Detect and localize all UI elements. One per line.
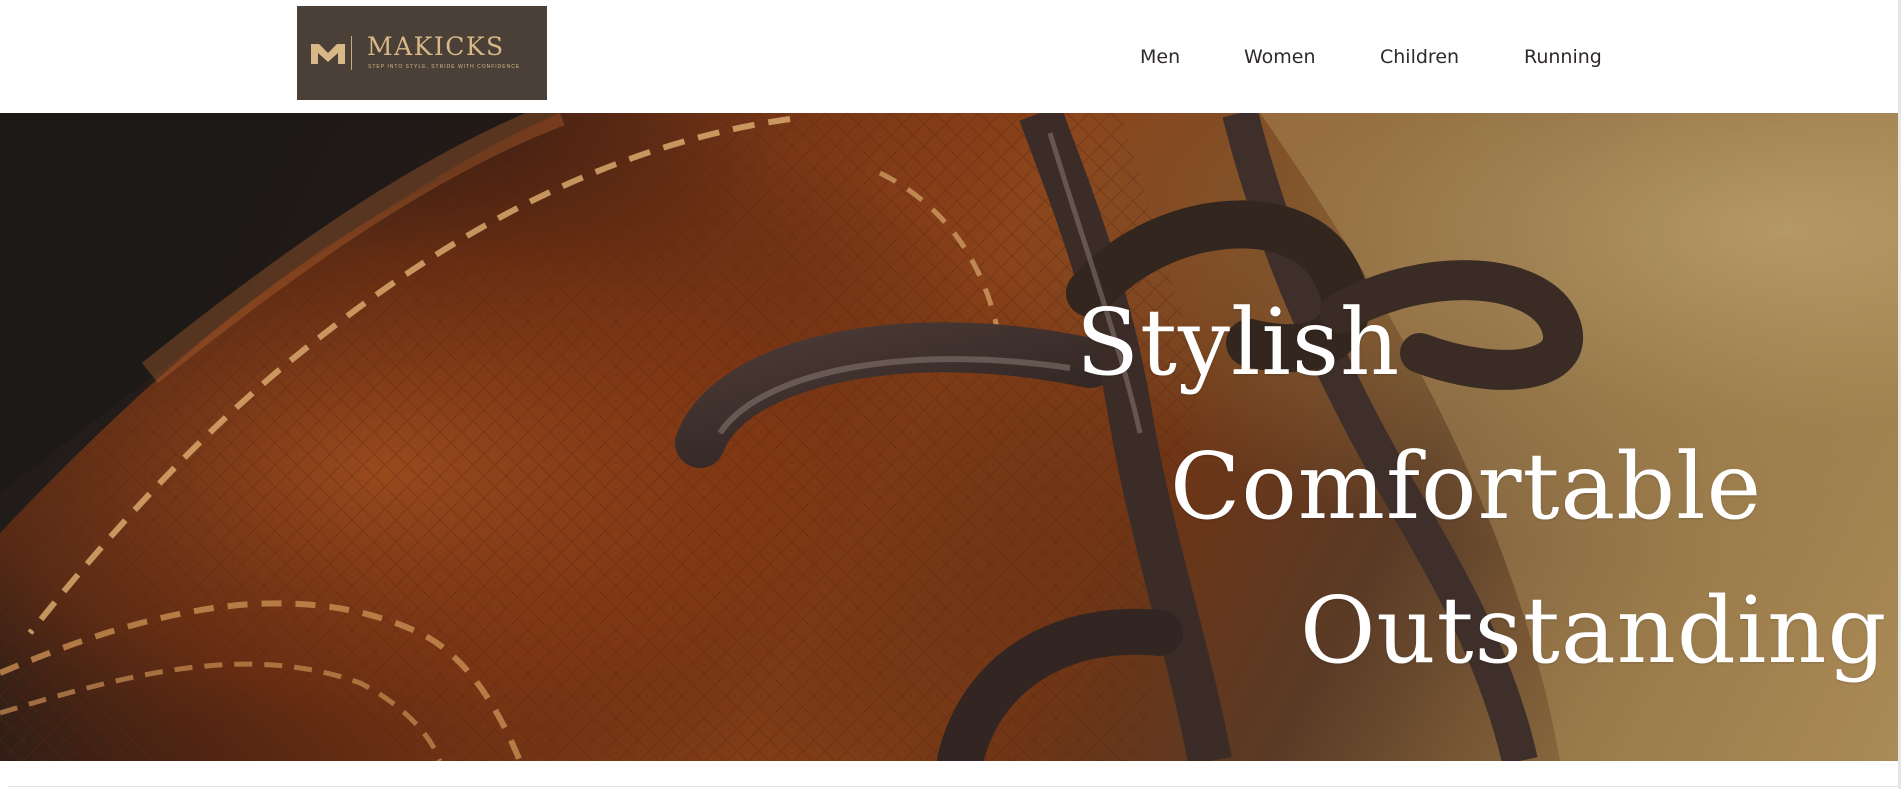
main-nav: Men Women Children Running <box>0 45 1901 69</box>
hero-headline-line-1: Stylish <box>1076 289 1401 396</box>
nav-item-running[interactable]: Running <box>1524 45 1602 69</box>
section-divider <box>8 786 1898 787</box>
nav-item-men[interactable]: Men <box>1140 45 1180 69</box>
nav-item-children[interactable]: Children <box>1380 45 1459 69</box>
nav-item-women[interactable]: Women <box>1244 45 1316 69</box>
hero-headline-line-3: Outstanding <box>1300 577 1888 684</box>
hero-headline-line-2: Comfortable <box>1170 433 1763 540</box>
hero-banner: Stylish Comfortable Outstanding <box>0 113 1898 761</box>
site-header: MAKICKS STEP INTO STYLE, STRIDE WITH CON… <box>0 0 1901 113</box>
page: MAKICKS STEP INTO STYLE, STRIDE WITH CON… <box>0 0 1901 789</box>
